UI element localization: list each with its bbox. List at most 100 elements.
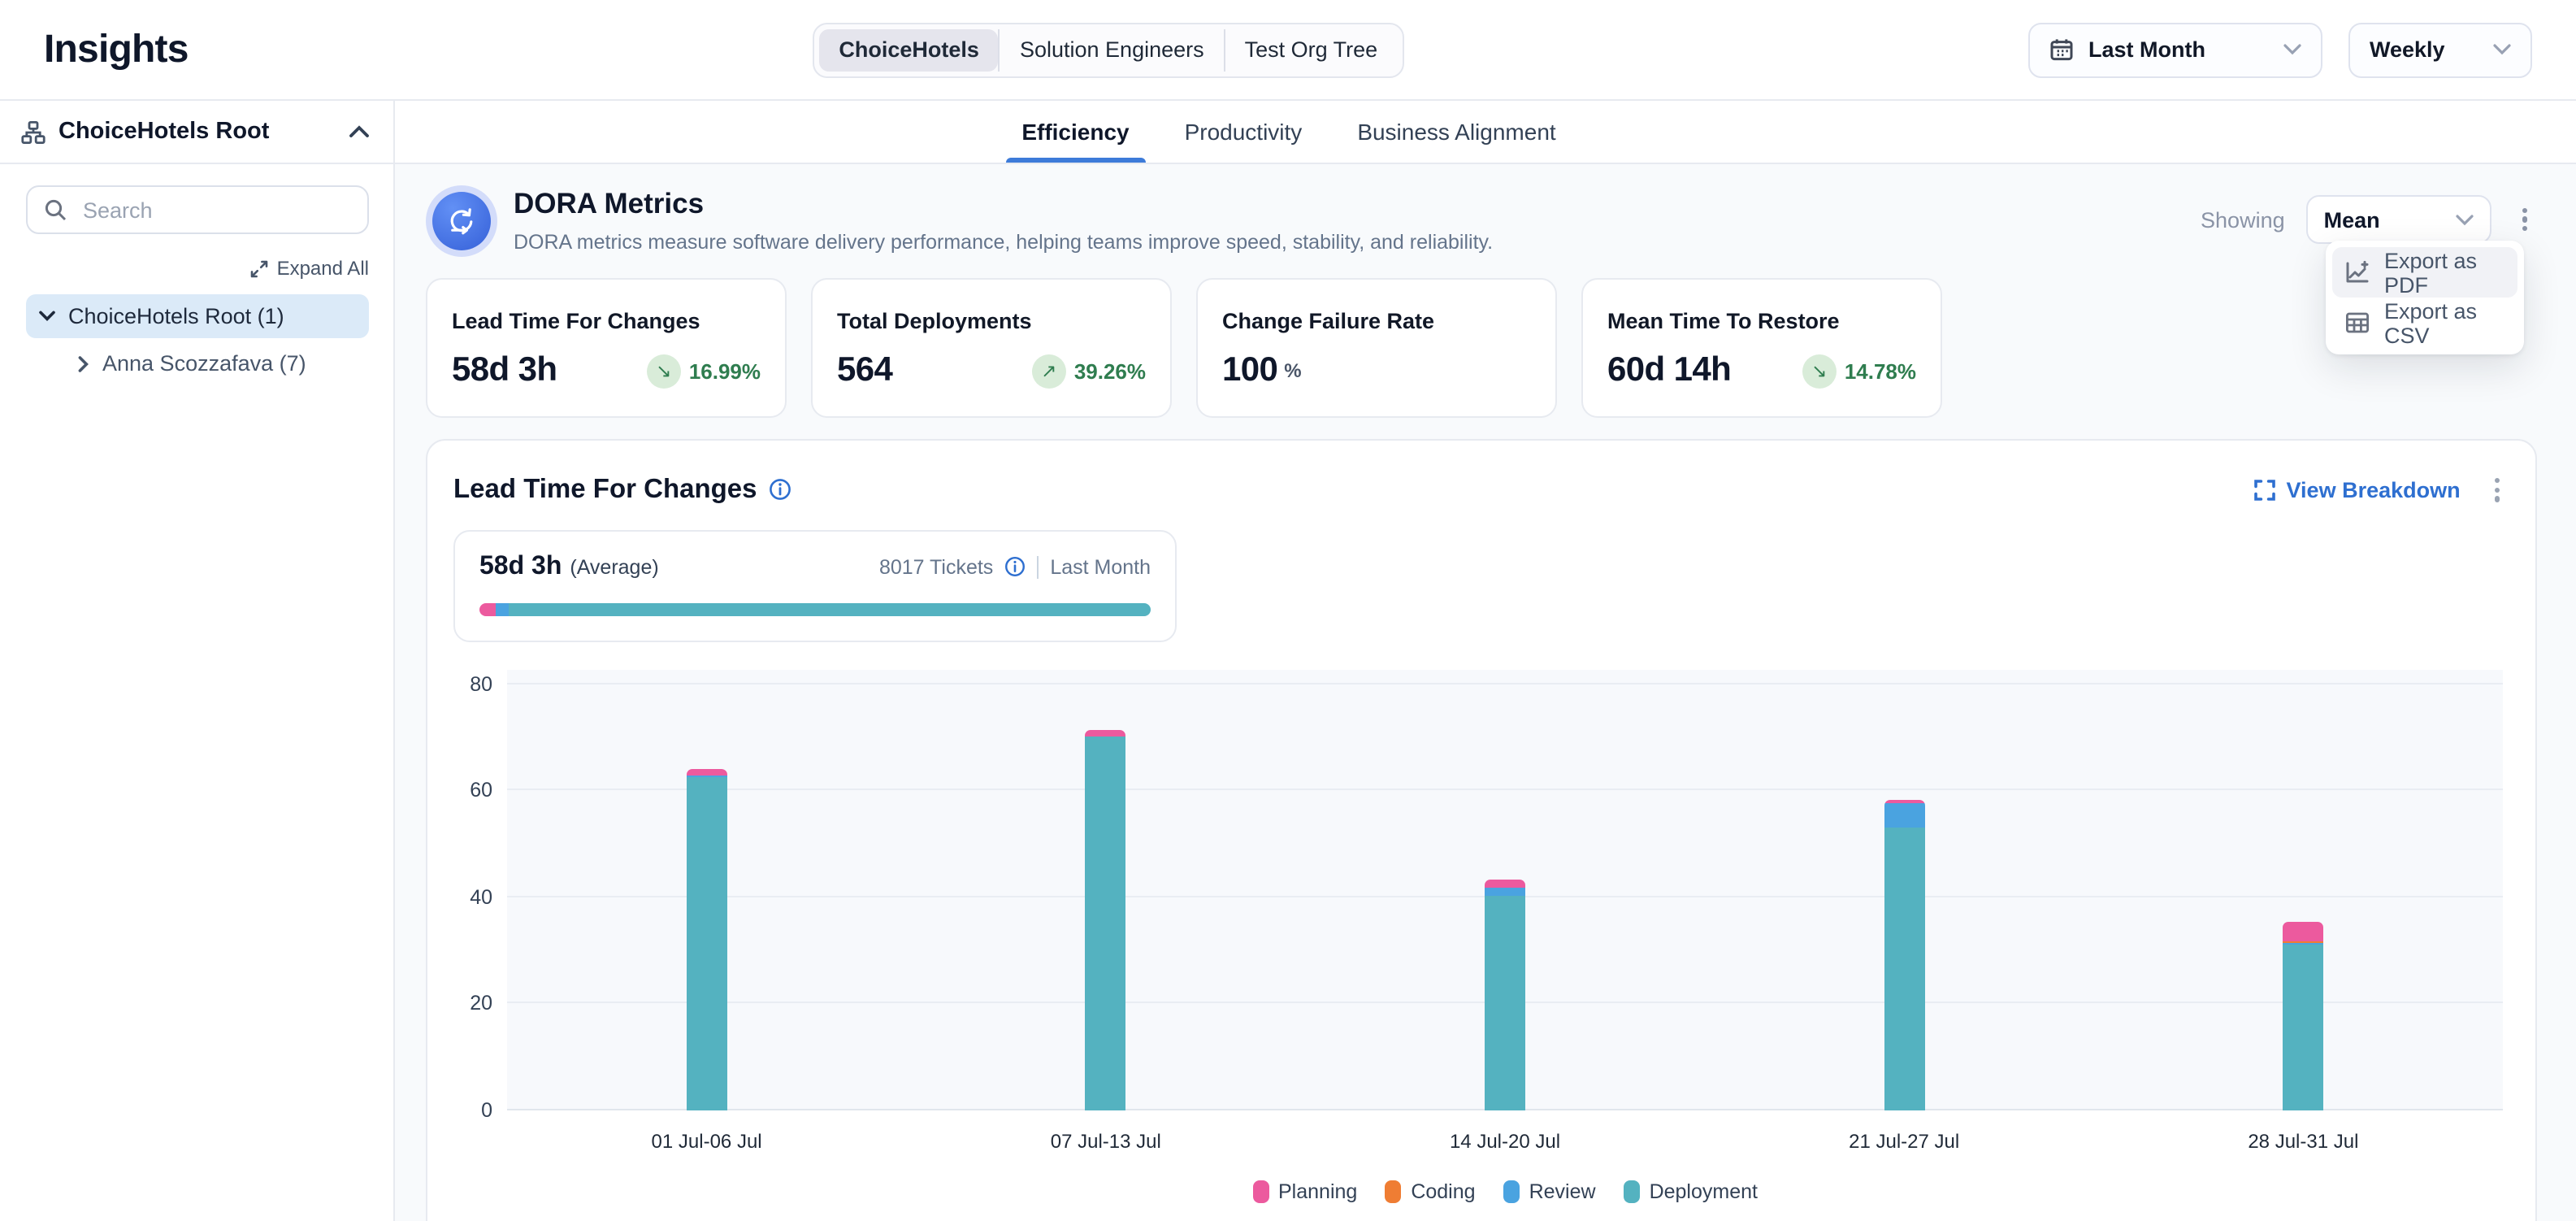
x-axis: 01 Jul-06 Jul07 Jul-13 Jul14 Jul-20 Jul2… <box>507 1129 2503 1157</box>
chevron-down-icon[interactable] <box>39 311 55 322</box>
aggregation-select[interactable]: Mean <box>2306 195 2491 244</box>
gridline-80 <box>507 682 2503 684</box>
info-icon[interactable] <box>1004 556 1026 577</box>
legend-item-deployment[interactable]: Deployment <box>1624 1180 1758 1202</box>
dora-icon-halo <box>426 185 497 257</box>
sidebar: ChoiceHotels Root Ex <box>0 101 395 1221</box>
bar-segment-deployment <box>687 777 727 1110</box>
main-tab-bar: Efficiency Productivity Business Alignme… <box>395 101 2576 164</box>
org-tab-solution-engineers[interactable]: Solution Engineers <box>999 28 1224 71</box>
chevron-down-icon <box>2283 44 2301 55</box>
page-title: Insights <box>44 27 189 72</box>
expand-all-button[interactable]: Expand All <box>251 257 369 280</box>
collapse-sidebar-icon[interactable] <box>346 122 372 141</box>
info-icon[interactable] <box>769 479 791 502</box>
menu-item-export-csv[interactable]: Export as CSV <box>2332 298 2517 348</box>
x-tick-label: 21 Jul-27 Jul <box>1849 1129 1959 1152</box>
divider <box>1037 555 1039 578</box>
search-icon <box>44 198 67 221</box>
legend-item-coding[interactable]: Coding <box>1385 1180 1475 1202</box>
bar-week-2[interactable] <box>1086 730 1126 1110</box>
bar-week-5[interactable] <box>2283 923 2323 1110</box>
export-menu: Export as PDF Export as CSV <box>2326 241 2524 354</box>
y-tick-label: 0 <box>481 1098 492 1121</box>
menu-item-export-pdf[interactable]: Export as PDF <box>2332 247 2517 298</box>
chevron-down-icon <box>2456 214 2474 225</box>
chart-plot <box>507 669 2503 1110</box>
distribution-segment-planning <box>479 602 496 615</box>
bar-week-4[interactable] <box>1884 799 1924 1110</box>
org-tab-holder: ChoiceHotels Solution Engineers Test Org… <box>189 22 2028 77</box>
bar-segment-deployment <box>1884 828 1924 1110</box>
legend-swatch-icon <box>1624 1180 1640 1202</box>
distribution-segment-review <box>496 602 509 615</box>
phase-distribution-bar <box>479 602 1151 615</box>
tab-productivity[interactable]: Productivity <box>1182 101 1306 163</box>
sidebar-title: ChoiceHotels Root <box>59 119 269 145</box>
panel-kebab-menu-icon[interactable] <box>2485 471 2509 508</box>
dora-text: DORA Metrics DORA metrics measure softwa… <box>514 184 1493 254</box>
dora-kebab-menu-icon[interactable] <box>2513 201 2537 237</box>
bar-segment-deployment <box>2283 945 2323 1110</box>
chevron-down-icon <box>2493 44 2511 55</box>
trend-down-icon: ↘ <box>1802 354 1837 388</box>
metric-cards: Lead Time For Changes 58d 3h ↘ 16.99% To… <box>426 278 2537 418</box>
granularity-select[interactable]: Weekly <box>2348 22 2532 77</box>
main-area: Efficiency Productivity Business Alignme… <box>395 101 2576 1221</box>
tab-efficiency[interactable]: Efficiency <box>1018 101 1132 163</box>
legend-item-planning[interactable]: Planning <box>1252 1180 1357 1202</box>
table-icon <box>2345 311 2370 335</box>
org-tree-icon <box>21 119 46 144</box>
trend-up-icon: ↗ <box>1032 354 1066 388</box>
expand-corners-icon <box>2254 480 2275 501</box>
x-tick-label: 28 Jul-31 Jul <box>2248 1129 2358 1152</box>
chart-legend: Planning Coding Review Deployment <box>507 1180 2503 1202</box>
dora-title: DORA Metrics <box>514 187 1493 221</box>
bar-week-3[interactable] <box>1485 880 1525 1110</box>
org-tab-test-org-tree[interactable]: Test Org Tree <box>1224 28 1398 71</box>
bar-segment-planning <box>1086 730 1126 736</box>
showing-label: Showing <box>2201 207 2285 232</box>
y-tick-label: 20 <box>470 992 492 1015</box>
tree-item-choicehotels-root[interactable]: ChoiceHotels Root (1) <box>26 294 369 338</box>
dora-iteration-icon <box>432 192 491 250</box>
org-tree: ChoiceHotels Root (1) Anna Scozzafava (7… <box>26 294 369 385</box>
panel-title: Lead Time For Changes <box>453 475 757 506</box>
chevron-right-icon[interactable] <box>78 355 89 372</box>
org-tab-group: ChoiceHotels Solution Engineers Test Org… <box>813 22 1403 77</box>
x-tick-label: 14 Jul-20 Jul <box>1450 1129 1560 1152</box>
period-label: Last Month <box>1050 555 1151 578</box>
tree-item-anna-scozzafava[interactable]: Anna Scozzafava (7) <box>65 341 369 385</box>
card-lead-time-for-changes: Lead Time For Changes 58d 3h ↘ 16.99% <box>426 278 787 418</box>
card-total-deployments: Total Deployments 564 ↗ 39.26% <box>811 278 1172 418</box>
bar-segment-deployment <box>1086 737 1126 1110</box>
x-tick-label: 07 Jul-13 Jul <box>1051 1129 1161 1152</box>
tickets-count: 8017 Tickets <box>879 555 993 578</box>
app-window: Insights ChoiceHotels Solution Engineers… <box>0 0 2576 1221</box>
tab-business-alignment[interactable]: Business Alignment <box>1354 101 1559 163</box>
legend-label: Deployment <box>1650 1180 1758 1202</box>
bar-segment-planning <box>1485 880 1525 888</box>
bar-week-1[interactable] <box>687 770 727 1110</box>
average-label: (Average) <box>570 555 658 578</box>
legend-swatch-icon <box>1503 1180 1520 1202</box>
date-range-select[interactable]: Last Month <box>2028 22 2322 77</box>
bar-segment-review <box>1884 804 1924 828</box>
view-breakdown-button[interactable]: View Breakdown <box>2254 478 2461 502</box>
legend-swatch-icon <box>1385 1180 1401 1202</box>
y-tick-label: 40 <box>470 885 492 908</box>
search-input[interactable] <box>80 196 351 224</box>
org-tab-choicehotels[interactable]: ChoiceHotels <box>819 28 999 71</box>
dora-header: DORA Metrics DORA metrics measure softwa… <box>426 184 2537 257</box>
search-box <box>26 185 369 234</box>
legend-item-review[interactable]: Review <box>1503 1180 1596 1202</box>
legend-swatch-icon <box>1252 1180 1268 1202</box>
lead-time-chart: 020406080 01 Jul-06 Jul07 Jul-13 Jul14 J… <box>453 669 2509 1202</box>
dora-description: DORA metrics measure software delivery p… <box>514 231 1493 254</box>
card-mean-time-to-restore: Mean Time To Restore 60d 14h ↘ 14.78% <box>1581 278 1942 418</box>
y-tick-label: 60 <box>470 779 492 802</box>
top-bar: Insights ChoiceHotels Solution Engineers… <box>0 0 2576 101</box>
panel-header: Lead Time For Changes View Breakdown <box>453 471 2509 508</box>
aggregation-value: Mean <box>2324 207 2380 232</box>
y-tick-label: 80 <box>470 672 492 695</box>
